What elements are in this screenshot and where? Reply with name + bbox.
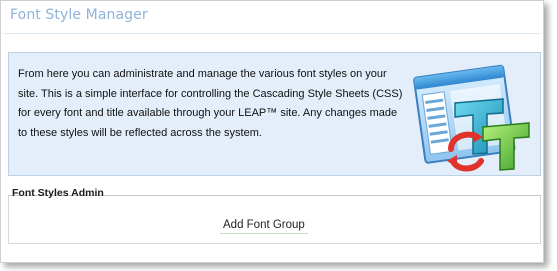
page-title: Font Style Manager	[10, 7, 148, 23]
info-line: for every font and title available throu…	[18, 107, 398, 119]
info-description: From here you can administrate and manag…	[18, 65, 418, 143]
add-font-group-button[interactable]: Add Font Group	[220, 219, 308, 234]
section-legend: Font Styles Admin	[12, 187, 104, 199]
window-frame: Font Style Manager From here you can adm…	[0, 0, 544, 263]
title-divider	[3, 33, 541, 34]
css-font-style-editor-icon	[413, 64, 530, 172]
info-line: to these styles will be reflected across…	[18, 126, 262, 139]
info-panel: From here you can administrate and manag…	[8, 52, 541, 176]
info-line: From here you can administrate and manag…	[18, 68, 387, 80]
info-line: site. This is a simple interface for con…	[18, 87, 403, 100]
